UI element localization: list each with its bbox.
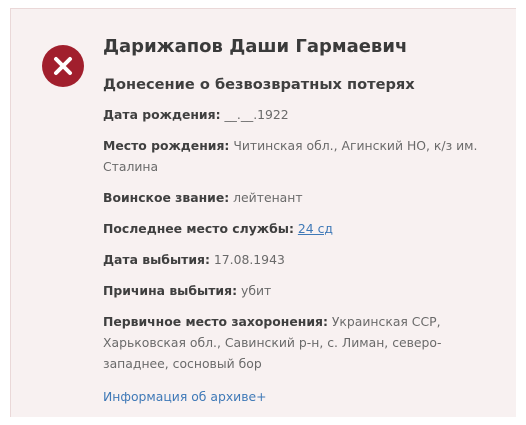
rank-field: Воинское звание: лейтенант — [103, 187, 505, 208]
departure-reason-label: Причина выбытия: — [103, 283, 238, 298]
archive-info-link[interactable]: Информация об архиве+ — [103, 386, 505, 407]
birth-place-label: Место рождения: — [103, 138, 230, 153]
status-close-icon — [42, 45, 84, 87]
rank-label: Воинское звание: — [103, 190, 230, 205]
record-card: Дарижапов Даши Гармаевич Донесение о без… — [10, 8, 516, 417]
last-service-field: Последнее место службы: 24 сд — [103, 218, 505, 239]
departure-date-field: Дата выбытия: 17.08.1943 — [103, 249, 505, 270]
departure-date-value: 17.08.1943 — [213, 252, 285, 267]
document-type: Донесение о безвозвратных потерях — [103, 76, 415, 93]
departure-reason-field: Причина выбытия: убит — [103, 280, 505, 301]
departure-reason-value: убит — [240, 283, 272, 298]
burial-place-field: Первичное место захоронения: Украинская … — [103, 311, 505, 374]
record-details: Дарижапов Даши Гармаевич Донесение о без… — [103, 36, 505, 407]
birth-place-field: Место рождения: Читинская обл., Агинский… — [103, 135, 505, 177]
person-name: Дарижапов Даши Гармаевич — [103, 36, 408, 57]
rank-value: лейтенант — [233, 190, 303, 205]
departure-date-label: Дата выбытия: — [103, 252, 210, 267]
last-service-link[interactable]: 24 сд — [298, 221, 333, 236]
birth-date-value: __.__.1922 — [224, 107, 289, 122]
birth-date-field: Дата рождения: __.__.1922 — [103, 104, 505, 125]
burial-place-label: Первичное место захоронения: — [103, 314, 328, 329]
birth-date-label: Дата рождения: — [103, 107, 221, 122]
last-service-label: Последнее место службы: — [103, 221, 294, 236]
